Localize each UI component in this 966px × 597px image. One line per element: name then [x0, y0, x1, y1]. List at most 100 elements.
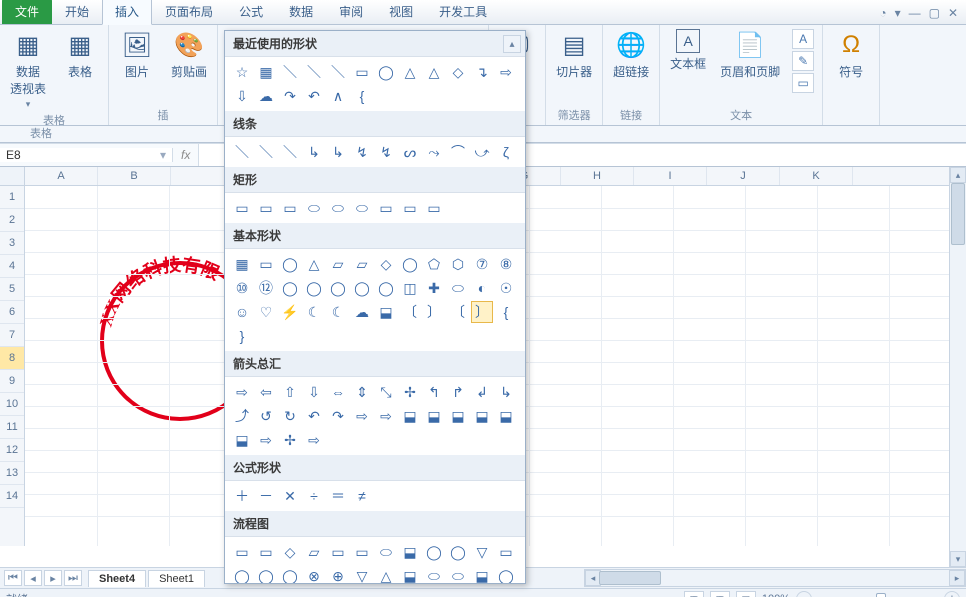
shape-item[interactable]: ⤡ [375, 381, 397, 403]
shape-item[interactable]: ⇔ [327, 381, 349, 403]
view-layout-icon[interactable]: ▥ [710, 591, 730, 597]
shape-item[interactable]: { [495, 301, 517, 323]
shape-item[interactable]: ◯ [375, 61, 397, 83]
row-6[interactable]: 6 [0, 301, 24, 324]
shape-item[interactable]: ↳ [327, 141, 349, 163]
shape-item[interactable]: ⇨ [351, 405, 373, 427]
row-2[interactable]: 2 [0, 209, 24, 232]
shape-item[interactable]: ⤻ [471, 141, 493, 163]
row-8[interactable]: 8 [0, 347, 24, 370]
vertical-scrollbar[interactable]: ▴ ▾ [949, 167, 966, 567]
shape-item[interactable]: ☾ [327, 301, 349, 323]
shape-item[interactable]: ✚ [423, 277, 445, 299]
shape-item[interactable]: ⑫ [255, 277, 277, 299]
shape-item[interactable]: ♡ [255, 301, 277, 323]
shape-item[interactable]: ᔕ [399, 141, 421, 163]
shape-item[interactable]: ⇩ [231, 85, 253, 107]
shape-item[interactable]: ∧ [327, 85, 349, 107]
tab-view[interactable]: 视图 [376, 0, 426, 24]
shape-item[interactable]: ⑧ [495, 253, 517, 275]
shape-item[interactable]: ↶ [303, 85, 325, 107]
shape-item[interactable]: ⬓ [231, 429, 253, 451]
row-1[interactable]: 1 [0, 186, 24, 209]
shape-item[interactable]: ⬭ [447, 277, 469, 299]
shape-item[interactable]: ＋ [231, 485, 253, 507]
signature-button[interactable]: ✎ [792, 51, 814, 71]
zoom-in-icon[interactable]: + [944, 591, 960, 597]
shape-item[interactable]: ◇ [375, 253, 397, 275]
sheet-tab-sheet4[interactable]: Sheet4 [88, 570, 146, 587]
zoom-out-icon[interactable]: − [796, 591, 812, 597]
shape-item[interactable]: △ [375, 565, 397, 584]
shape-item[interactable]: ▭ [255, 253, 277, 275]
shape-item[interactable]: ⬓ [375, 301, 397, 323]
shape-item[interactable]: ☺ [231, 301, 253, 323]
shape-item[interactable]: ⬠ [423, 253, 445, 275]
shape-item[interactable]: ▭ [399, 197, 421, 219]
shape-item[interactable]: ⇨ [255, 429, 277, 451]
shape-item[interactable]: ↰ [423, 381, 445, 403]
row-7[interactable]: 7 [0, 324, 24, 347]
shape-item[interactable]: ⇦ [255, 381, 277, 403]
shape-item[interactable]: ↷ [327, 405, 349, 427]
shape-item[interactable]: ⤴ [231, 405, 253, 427]
shape-item[interactable]: ↻ [279, 405, 301, 427]
shape-item[interactable]: ⬓ [471, 405, 493, 427]
zoom-knob[interactable] [876, 593, 886, 597]
shape-item[interactable]: ◯ [375, 277, 397, 299]
shape-item[interactable]: { [351, 85, 373, 107]
shape-item[interactable]: 〔 [399, 301, 421, 323]
shape-item[interactable]: ⇨ [231, 381, 253, 403]
restore-icon[interactable]: ▢ [929, 6, 940, 20]
shape-item[interactable]: ⇧ [279, 381, 301, 403]
shape-item[interactable]: ⬓ [399, 405, 421, 427]
table-button[interactable]: ▦表格 [60, 29, 100, 80]
minimize-icon[interactable]: — [909, 6, 921, 20]
shape-item[interactable]: ▱ [327, 253, 349, 275]
shape-item[interactable]: ＼ [231, 141, 253, 163]
col-K[interactable]: K [780, 167, 853, 185]
shape-item[interactable]: ▱ [303, 541, 325, 563]
shape-item[interactable]: ◯ [279, 565, 301, 584]
close-icon[interactable]: ✕ [948, 6, 958, 20]
tab-data[interactable]: 数据 [276, 0, 326, 24]
row-4[interactable]: 4 [0, 255, 24, 278]
tab-file[interactable]: 文件 [2, 0, 52, 24]
shape-item[interactable]: ◯ [447, 541, 469, 563]
shape-item[interactable]: ▦ [255, 61, 277, 83]
shape-item[interactable]: ◯ [279, 253, 301, 275]
shape-item[interactable]: ⬓ [447, 405, 469, 427]
shape-item[interactable]: ☁ [351, 301, 373, 323]
shape-item[interactable]: ⇨ [375, 405, 397, 427]
shape-item[interactable]: ⬓ [471, 565, 493, 584]
shape-item[interactable]: ▭ [327, 541, 349, 563]
shape-item[interactable]: ⤳ [423, 141, 445, 163]
shape-item[interactable]: ▭ [231, 541, 253, 563]
shape-item[interactable]: ↺ [255, 405, 277, 427]
shape-item[interactable]: 〕 [471, 301, 493, 323]
sheet-next-icon[interactable]: ▸ [44, 570, 62, 586]
col-B[interactable]: B [98, 167, 171, 185]
object-button[interactable]: ▭ [792, 73, 814, 93]
tab-insert[interactable]: 插入 [102, 0, 152, 25]
scroll-down-icon[interactable]: ▾ [950, 551, 966, 567]
col-A[interactable]: A [25, 167, 98, 185]
name-box[interactable]: E8▾ [0, 148, 173, 162]
shape-item[interactable]: ◯ [327, 277, 349, 299]
shape-item[interactable]: ▭ [351, 61, 373, 83]
tab-formula[interactable]: 公式 [226, 0, 276, 24]
shape-item[interactable]: ✢ [399, 381, 421, 403]
shape-item[interactable]: ☉ [495, 277, 517, 299]
shape-item[interactable]: △ [399, 61, 421, 83]
shape-item[interactable]: △ [423, 61, 445, 83]
shape-item[interactable]: ↱ [447, 381, 469, 403]
namebox-chevron-icon[interactable]: ▾ [160, 148, 166, 162]
shape-item[interactable]: ⬭ [447, 565, 469, 584]
shape-item[interactable]: ⇩ [303, 381, 325, 403]
shape-item[interactable]: ☁ [255, 85, 277, 107]
shape-item[interactable]: ↶ [303, 405, 325, 427]
col-J[interactable]: J [707, 167, 780, 185]
shape-item[interactable]: ⬭ [423, 565, 445, 584]
help-icon[interactable]: ◔ [879, 6, 886, 20]
shape-item[interactable]: ⬓ [495, 405, 517, 427]
